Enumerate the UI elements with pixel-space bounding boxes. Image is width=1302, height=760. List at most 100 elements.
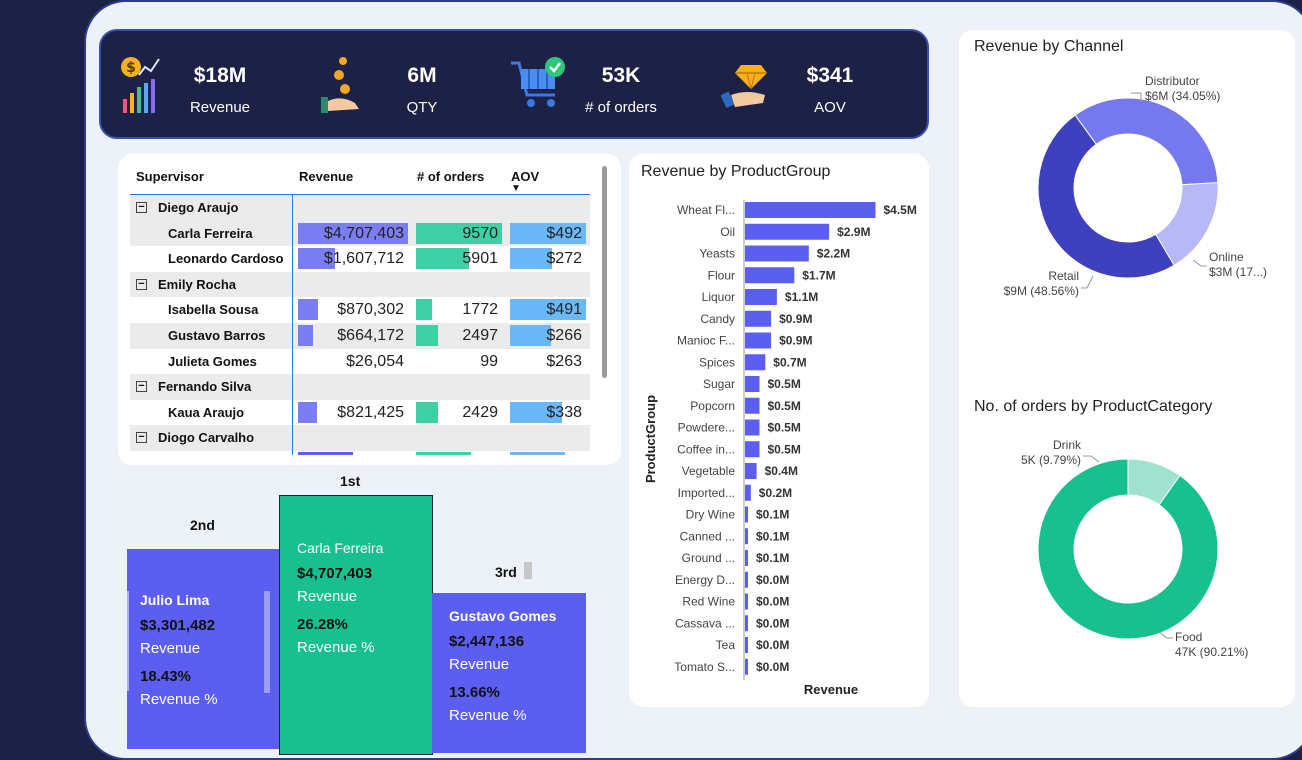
sales-rep-name: Leonardo Cardoso bbox=[168, 251, 284, 267]
category-tick-label: Tea bbox=[716, 638, 736, 652]
header-aov[interactable]: AOV bbox=[511, 169, 539, 184]
table-row[interactable]: Julieta Gomes $26,054 99 $263 bbox=[130, 349, 590, 375]
collapse-toggle-icon[interactable]: − bbox=[136, 278, 147, 290]
revenue-bar bbox=[745, 354, 766, 371]
food-data-label: Food bbox=[1175, 630, 1202, 644]
group-row[interactable]: − Fernando Silva bbox=[130, 374, 590, 400]
category-tick-label: Energy D... bbox=[675, 573, 735, 587]
table-row[interactable]: Isabella Sousa $870,302 1772 $491 bbox=[130, 297, 590, 323]
card-scrollbar bbox=[264, 591, 270, 693]
third-revenue-label: Revenue bbox=[449, 656, 510, 673]
sales-rep-name: Gustavo Barros bbox=[168, 328, 266, 343]
table-row[interactable]: Carla Ferreira $4,707,403 9570 $492 bbox=[130, 220, 590, 247]
leader-line bbox=[1081, 275, 1094, 289]
bar-data-label: $1.1M bbox=[785, 290, 818, 304]
podium-first-card[interactable]: Carla Ferreira $4,707,403 Revenue 26.28%… bbox=[279, 495, 433, 755]
revenue-bar bbox=[745, 289, 777, 305]
bar-data-label: $0.0M bbox=[756, 616, 789, 630]
y-axis-title: ProductGroup bbox=[643, 395, 658, 483]
aov-cell-value: $266 bbox=[546, 327, 582, 344]
cart-check-icon bbox=[511, 57, 565, 107]
group-row[interactable]: − Emily Rocha bbox=[130, 271, 590, 298]
aov-cell: $272 bbox=[510, 248, 586, 270]
group-row[interactable]: − Diogo Carvalho bbox=[130, 425, 590, 451]
third-pct-label: Revenue % bbox=[449, 707, 527, 724]
aov-cell-value: $492 bbox=[546, 224, 582, 242]
leader-line bbox=[1192, 259, 1207, 267]
revenue-bar bbox=[745, 550, 748, 566]
aov-cell: $266 bbox=[510, 325, 586, 346]
table-row[interactable]: Kaua Araujo $821,425 2429 $338 bbox=[130, 400, 590, 426]
header-supervisor[interactable]: Supervisor bbox=[136, 169, 204, 184]
category-tick-label: Vegetable bbox=[682, 464, 736, 478]
retail-data-label: Retail bbox=[1048, 269, 1079, 283]
drink-data-label: 5K (9.79%) bbox=[1021, 453, 1081, 467]
bar-data-label: $0.5M bbox=[768, 442, 801, 456]
leader-line bbox=[1083, 455, 1100, 463]
category-tick-label: Cassava ... bbox=[675, 616, 735, 630]
revenue-cell: $821,425 bbox=[298, 401, 408, 423]
revenue-bar bbox=[745, 267, 795, 284]
category-tick-label: Imported... bbox=[678, 486, 735, 500]
orders-cell-value: 2497 bbox=[462, 327, 498, 344]
second-revenue-label: Revenue bbox=[140, 640, 201, 657]
revenue-bar bbox=[745, 223, 830, 240]
bar-data-label: $1.7M bbox=[802, 268, 835, 282]
first-name: Carla Ferreira bbox=[297, 540, 384, 556]
revenue-bar bbox=[745, 441, 760, 458]
third-name: Gustavo Gomes bbox=[449, 608, 557, 624]
diamond-hand-icon bbox=[721, 65, 767, 109]
food-data-label: 47K (90.21%) bbox=[1175, 645, 1248, 659]
bar-data-label: $0.2M bbox=[759, 486, 792, 500]
rank-third-label: 3rd bbox=[495, 564, 517, 580]
revenue-cell-value: $664,172 bbox=[337, 327, 404, 344]
podium-third-card[interactable]: Gustavo Gomes $2,447,136 Revenue 13.66% … bbox=[432, 593, 586, 753]
first-revenue-label: Revenue bbox=[297, 588, 358, 605]
revenue-bar bbox=[745, 245, 809, 262]
revenue-bar bbox=[745, 310, 772, 327]
collapse-toggle-icon[interactable]: − bbox=[136, 432, 147, 444]
first-pct-label: Revenue % bbox=[297, 639, 375, 656]
category-tick-label: Ground ... bbox=[682, 551, 735, 565]
kpi-revenue-value: $18M bbox=[193, 64, 247, 87]
header-orders[interactable]: # of orders bbox=[417, 169, 484, 184]
table-row[interactable]: Gustavo Barros $664,172 2497 $266 bbox=[130, 323, 590, 349]
kpi-aov-label: AOV bbox=[814, 99, 846, 116]
revenue-cell-value: $821,425 bbox=[337, 403, 404, 421]
sort-desc-icon[interactable]: ▼ bbox=[511, 183, 521, 194]
partial-aov-bar bbox=[510, 452, 565, 455]
aov-cell-value: $491 bbox=[546, 301, 582, 319]
distributor-data-label: Distributor bbox=[1145, 74, 1200, 88]
sales-rep-name: Julieta Gomes bbox=[168, 353, 257, 369]
bar-data-label: $0.5M bbox=[768, 421, 801, 435]
header-revenue[interactable]: Revenue bbox=[299, 169, 353, 184]
table-row[interactable]: Leonardo Cardoso $1,607,712 5901 $272 bbox=[130, 246, 590, 272]
vertical-scrollbar[interactable] bbox=[602, 166, 607, 378]
podium-second-card[interactable]: Julio Lima $3,301,482 Revenue 18.43% Rev… bbox=[127, 549, 281, 749]
bar-data-label: $0.0M bbox=[756, 573, 789, 587]
revenue-bar bbox=[745, 332, 772, 349]
revenue-bar bbox=[745, 202, 876, 218]
rank-first-label: 1st bbox=[340, 473, 361, 489]
collapse-toggle-icon[interactable]: − bbox=[136, 381, 147, 393]
kpi-qty-value: 6M bbox=[407, 64, 437, 87]
group-row[interactable]: − Diego Araujo bbox=[130, 195, 590, 221]
revenue-cell-value: $1,607,712 bbox=[323, 250, 404, 268]
svg-text:$: $ bbox=[126, 60, 136, 76]
revenue-bar bbox=[745, 615, 748, 632]
retail-data-label: $9M (48.56%) bbox=[1004, 284, 1079, 298]
category-tick-label: Tomato S... bbox=[674, 660, 735, 674]
bar-data-label: $0.1M bbox=[756, 529, 789, 543]
collapse-toggle-icon[interactable]: − bbox=[136, 202, 147, 213]
revenue-cell: $26,054 bbox=[298, 351, 408, 372]
aov-cell-value: $263 bbox=[546, 352, 582, 370]
bar-data-label: $2.2M bbox=[817, 247, 850, 261]
orders-cell-value: 1772 bbox=[462, 301, 498, 319]
revenue-chart-icon: $ bbox=[121, 57, 160, 113]
bar-data-label: $0.1M bbox=[756, 508, 789, 522]
bar-data-label: $0.9M bbox=[779, 334, 812, 348]
orders-cell: 1772 bbox=[416, 299, 502, 321]
data-bar bbox=[510, 325, 552, 346]
data-bar bbox=[298, 299, 318, 321]
category-tick-label: Oil bbox=[720, 225, 735, 239]
